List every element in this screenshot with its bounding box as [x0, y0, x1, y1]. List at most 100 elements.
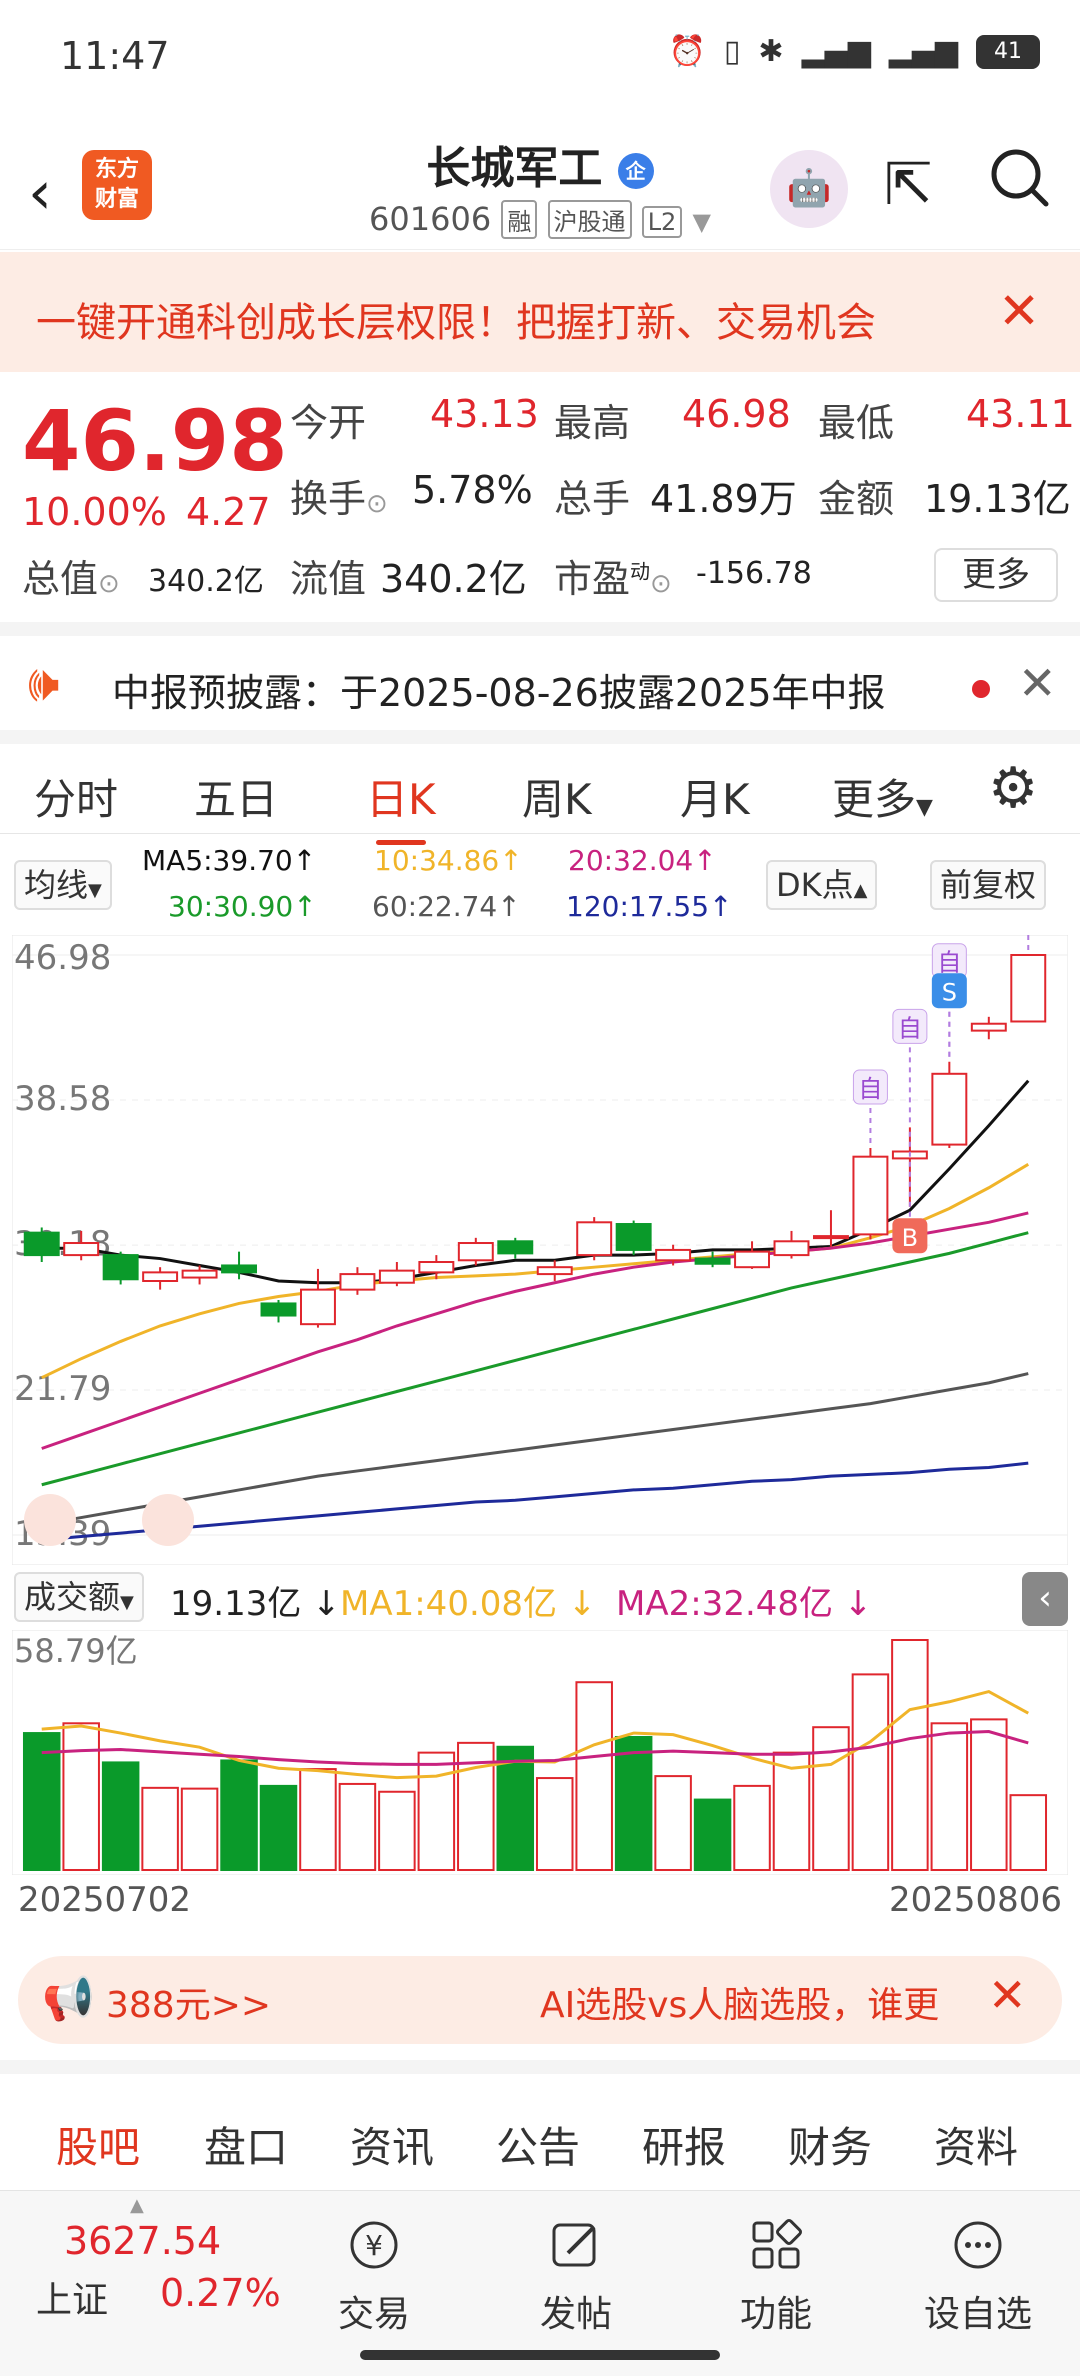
amount-label: 金额: [818, 477, 895, 521]
candle-body: [299, 1288, 336, 1326]
collapse-chevron-icon[interactable]: ‹: [1022, 1572, 1068, 1626]
candle-body: [102, 1254, 139, 1281]
volume-bar: [338, 1782, 377, 1871]
chevron-up-icon[interactable]: ▲: [130, 2195, 144, 2216]
notice-bar[interactable]: 🕪 中报预披露：于2025-08-26披露2025年中报 ✕: [0, 622, 1080, 732]
ma-select[interactable]: 均线▼: [14, 860, 112, 910]
nav-functions[interactable]: 功能: [716, 2217, 836, 2337]
volume-bar: [378, 1790, 416, 1871]
gear-icon[interactable]: ⚙: [988, 756, 1038, 821]
candle-body: [812, 1235, 849, 1240]
kline-chart[interactable]: 46.9838.5830.1821.7913.39自自B自S自: [12, 935, 1068, 1565]
candle-body: [497, 1240, 534, 1255]
high-value: 46.98: [682, 392, 791, 436]
ad-right-text: AI选股vs人脑选股，谁更: [540, 1985, 940, 2026]
turnover-label: 换手: [290, 477, 367, 521]
candle-body: [181, 1269, 218, 1279]
ma20-value: 20:32.04↑: [568, 844, 717, 877]
ma30-value: 30:30.90↑: [168, 890, 317, 923]
signal-icon: ▂▄▆: [801, 34, 871, 69]
close-icon[interactable]: ✕: [1018, 656, 1057, 710]
change-percent: 10.00%: [22, 490, 167, 534]
candle-body: [221, 1264, 258, 1274]
ma-select-label: 均线: [24, 866, 89, 904]
close-icon[interactable]: ✕: [998, 282, 1040, 340]
tab-orderbook[interactable]: 盘口: [204, 2114, 288, 2175]
volume-ma2: MA2:32.48亿 ↓: [616, 1584, 873, 1624]
volume-bar: [101, 1761, 140, 1872]
tab-research[interactable]: 研报: [642, 2114, 726, 2175]
tab-five-day[interactable]: 五日: [194, 766, 278, 827]
stock-code: 601606: [369, 200, 492, 238]
candle-body: [931, 1072, 968, 1146]
nav-trade[interactable]: ¥ 交易: [314, 2217, 434, 2337]
nav-post[interactable]: 发帖: [516, 2217, 636, 2337]
battery-icon: 41: [976, 34, 1040, 69]
megaphone-icon: 📢: [42, 1974, 95, 2023]
tab-profile[interactable]: 资料: [934, 2114, 1018, 2175]
pe-dynamic-sup: 动: [630, 559, 651, 584]
volume-label: 总手: [554, 477, 631, 521]
volume-chart[interactable]: 58.79亿: [12, 1630, 1068, 1875]
tab-announcements[interactable]: 公告: [496, 2114, 580, 2175]
info-icon[interactable]: ⊙: [98, 569, 120, 599]
volume-bar: [930, 1722, 969, 1871]
tab-monthly-k[interactable]: 月K: [680, 766, 750, 827]
tab-weekly-k[interactable]: 周K: [522, 766, 592, 827]
tab-forum[interactable]: 股吧: [56, 2114, 140, 2197]
volume-bar: [614, 1735, 653, 1872]
candle-body: [418, 1261, 455, 1274]
close-icon[interactable]: ✕: [988, 1968, 1027, 2022]
tab-news[interactable]: 资讯: [350, 2114, 434, 2175]
quote-panel: 46.98 10.00% 4.27 今开 43.13 最高 46.98 最低 4…: [0, 372, 1080, 622]
ma10-value: 10:34.86↑: [374, 844, 523, 877]
home-indicator[interactable]: [360, 2350, 720, 2360]
ad-banner[interactable]: 📢 388元>> AI选股vs人脑选股，谁更 ✕: [18, 1956, 1062, 2044]
share-icon[interactable]: ⇱: [884, 150, 933, 218]
tab-intraday[interactable]: 分时: [34, 766, 118, 827]
info-icon[interactable]: ⊙: [650, 569, 672, 599]
search-icon[interactable]: [988, 146, 1052, 225]
robot-assistant-icon[interactable]: 🤖: [770, 150, 848, 228]
promo-banner[interactable]: 一键开通科创成长层权限！把握打新、交易机会 ✕: [0, 252, 1080, 372]
dk-point-select[interactable]: DK点▲: [766, 860, 878, 910]
marker-label: S: [942, 979, 957, 1007]
volume-bar: [654, 1775, 692, 1871]
volume-bar: [1009, 1794, 1048, 1871]
chevron-down-icon: ▲: [853, 880, 868, 901]
volume-value: 19.13亿 ↓: [170, 1584, 341, 1624]
section-tabs: 股吧 盘口 资讯 公告 研报 财务 资料: [0, 2060, 1080, 2197]
edit-icon: [516, 2217, 636, 2283]
more-button[interactable]: 更多: [934, 548, 1058, 602]
y-tick-label: 21.79: [14, 1369, 111, 1409]
change-amount: 4.27: [186, 490, 271, 534]
index-value[interactable]: 3627.54: [64, 2219, 221, 2263]
signal-icon-2: ▂▄▆: [888, 34, 958, 69]
index-change: 0.27%: [160, 2271, 281, 2315]
open-label: 今开: [290, 401, 367, 445]
chevron-down-icon: ▼: [88, 880, 102, 901]
tab-finance[interactable]: 财务: [788, 2114, 872, 2175]
candle-body: [576, 1221, 613, 1257]
adjust-select[interactable]: 前复权: [930, 860, 1047, 910]
volume-bar: [180, 1787, 219, 1871]
yen-icon: ¥: [314, 2217, 434, 2283]
tab-daily-k[interactable]: 日K: [366, 766, 436, 845]
ad-left-text: 388元>>: [106, 1985, 272, 2026]
volume-select[interactable]: 成交额▼: [14, 1572, 144, 1622]
bluetooth-icon: ✱: [758, 34, 784, 69]
volume-bar: [417, 1751, 456, 1871]
candle-body: [615, 1223, 652, 1251]
info-icon[interactable]: ⊙: [366, 489, 388, 519]
volume-bar: [299, 1768, 337, 1871]
amount-value: 19.13亿: [924, 477, 1071, 521]
candle-body: [23, 1231, 60, 1257]
pe-label: 市盈: [554, 557, 631, 601]
nav-functions-label: 功能: [739, 2294, 812, 2335]
tab-more[interactable]: 更多▼: [832, 766, 933, 827]
nav-add-watchlist[interactable]: 设自选: [918, 2217, 1038, 2337]
candle-body: [378, 1269, 415, 1284]
nav-post-label: 发帖: [539, 2294, 612, 2335]
chevron-down-icon: ▼: [120, 1592, 134, 1613]
candle-body: [773, 1240, 810, 1257]
